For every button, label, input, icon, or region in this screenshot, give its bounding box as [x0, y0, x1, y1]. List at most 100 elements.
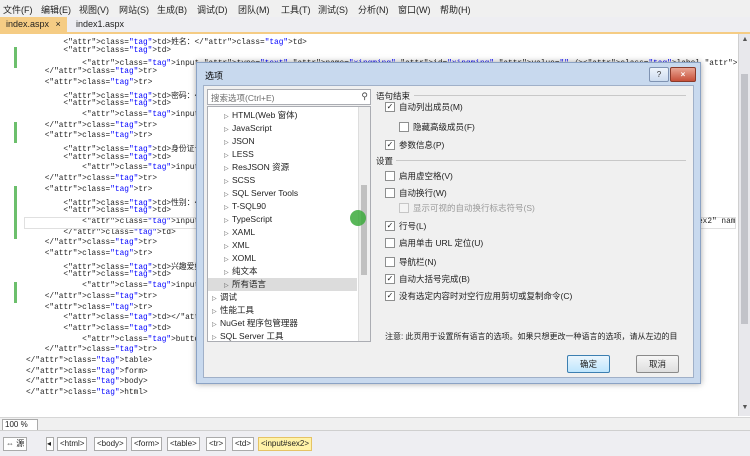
change-marker — [14, 185, 17, 218]
option-checkbox[interactable]: 导航栏(N) — [385, 256, 436, 268]
document-tab-strip: index.aspx × index1.aspx — [0, 17, 750, 34]
tree-item[interactable]: ▷ T-SQL90 — [208, 200, 357, 213]
tree-item[interactable]: ▷ 所有语言 — [208, 278, 357, 291]
tab-label: index.aspx — [6, 19, 50, 29]
tab-close-icon[interactable]: × — [56, 19, 61, 29]
ok-button[interactable]: 确定 — [567, 355, 610, 373]
option-checkbox[interactable]: 启用单击 URL 定位(U) — [385, 237, 483, 249]
search-icon[interactable]: ⚲ — [361, 91, 368, 102]
menu-item[interactable]: 生成(B) — [157, 3, 187, 16]
tree-item[interactable]: ▷ JSON — [208, 135, 357, 148]
menu-item[interactable]: 网站(S) — [119, 3, 149, 16]
tree-item[interactable]: ▷ TypeScript — [208, 213, 357, 226]
option-checkbox[interactable]: ✓ 自动大括号完成(B) — [385, 273, 470, 285]
menu-item[interactable]: 工具(T) — [281, 3, 311, 16]
tree-item-label: SQL Server 工具 — [220, 331, 284, 341]
editor-vertical-scrollbar[interactable]: ▲ ▼ — [738, 34, 750, 416]
tree-item[interactable]: ▷ XOML — [208, 252, 357, 265]
option-checkbox[interactable]: 自动换行(W) — [385, 187, 447, 199]
expand-arrow-icon[interactable]: ▷ — [212, 332, 220, 341]
change-marker — [14, 217, 17, 240]
breadcrumb-item[interactable]: <html> — [57, 437, 88, 451]
checkbox-unchecked-icon[interactable] — [385, 188, 395, 198]
checkbox-checked-icon[interactable]: ✓ — [385, 221, 395, 231]
mouse-cursor-highlight — [350, 210, 366, 226]
checkbox-unchecked-icon[interactable] — [385, 257, 395, 267]
dialog-title: 选项 — [205, 71, 224, 81]
tag-navigator-bar: ⇔ 源 ◂ <html> <body> <form> <table> <tr> <td> <… — [0, 430, 750, 456]
breadcrumb-item[interactable]: <tr> — [206, 437, 227, 451]
option-checkbox[interactable]: ✓ 没有选定内容时对空行应用剪切或复制命令(C) — [385, 290, 572, 302]
option-label: 没有选定内容时对空行应用剪切或复制命令(C) — [399, 291, 573, 301]
checkbox-checked-icon[interactable]: ✓ — [385, 102, 395, 112]
menu-item[interactable]: 帮助(H) — [440, 3, 471, 16]
dialog-body: 搜索选项(Ctrl+E) ⚲ ▷ HTML(Web 窗体) ▷ JavaScript ▷… — [203, 85, 694, 378]
menu-item[interactable]: 分析(N) — [358, 3, 389, 16]
breadcrumb-item[interactable]: <table> — [167, 437, 200, 451]
checkbox-unchecked-icon — [399, 203, 409, 213]
option-checkbox[interactable]: ✓ 参数信息(P) — [385, 139, 444, 151]
checkbox-unchecked-icon[interactable] — [385, 171, 395, 181]
search-input[interactable]: 搜索选项(Ctrl+E) ⚲ — [207, 89, 371, 105]
checkbox-checked-icon[interactable]: ✓ — [385, 274, 395, 284]
tab-index-aspx[interactable]: index.aspx × — [0, 17, 67, 32]
tree-item[interactable]: ▷ ResJSON 资源 — [208, 161, 357, 174]
tree-item[interactable]: ▷ 性能工具 — [208, 304, 357, 317]
tree-item[interactable]: ▷ LESS — [208, 148, 357, 161]
code-line: <"attr">class="tag">td> — [26, 100, 172, 109]
cancel-button[interactable]: 取消 — [636, 355, 679, 373]
tree-item-label: JSON — [232, 136, 255, 146]
tree-item[interactable]: ▷ SCSS — [208, 174, 357, 187]
tree-scroll-thumb[interactable] — [361, 185, 367, 275]
tree-item[interactable]: ▷ XML — [208, 239, 357, 252]
tree-item-label: NuGet 程序包管理器 — [220, 318, 298, 328]
tree-item[interactable]: ▷ HTML(Web 窗体) — [208, 109, 357, 122]
tree-item[interactable]: ▷ SQL Server 工具 — [208, 330, 357, 341]
menu-item[interactable]: 视图(V) — [79, 3, 109, 16]
nav-left-icon[interactable]: ◂ — [46, 437, 54, 451]
breadcrumb-item[interactable]: <input#sex2> — [258, 437, 313, 451]
breadcrumb-item[interactable]: <body> — [94, 437, 127, 451]
menu-item[interactable]: 团队(M) — [238, 3, 270, 16]
checkbox-unchecked-icon[interactable] — [399, 122, 409, 132]
tree-item-label: 纯文本 — [232, 266, 258, 276]
breadcrumb-item[interactable]: <form> — [131, 437, 163, 451]
option-checkbox[interactable]: ✓ 自动列出成员(M) — [385, 101, 463, 113]
breadcrumb-item[interactable]: <td> — [232, 437, 255, 451]
menu-item[interactable]: 编辑(E) — [41, 3, 71, 16]
option-label: 参数信息(P) — [399, 140, 445, 150]
help-button[interactable]: ? — [649, 67, 669, 82]
tree-item[interactable]: ▷ SQL Server Tools — [208, 187, 357, 200]
tab-index1-aspx[interactable]: index1.aspx — [70, 17, 130, 32]
tree-item-label: TypeScript — [232, 214, 273, 224]
code-line: <"attr">class="tag">tr> — [26, 303, 153, 312]
tree-item[interactable]: ▷ 纯文本 — [208, 265, 357, 278]
menu-item[interactable]: 文件(F) — [3, 3, 33, 16]
checkbox-unchecked-icon[interactable] — [385, 238, 395, 248]
option-label: 显示可视的自动换行标志符号(S) — [413, 203, 535, 213]
source-view-button[interactable]: ⇔ 源 — [3, 437, 28, 451]
tree-item[interactable]: ▷ NuGet 程序包管理器 — [208, 317, 357, 330]
tree-item-label: 调试 — [220, 292, 238, 302]
tree-item-label: T-SQL90 — [232, 201, 267, 211]
option-checkbox[interactable]: ✓ 行号(L) — [385, 220, 426, 232]
menu-item[interactable]: 测试(S) — [318, 3, 348, 16]
scroll-up-icon[interactable]: ▲ — [741, 36, 749, 44]
checkbox-checked-icon[interactable]: ✓ — [385, 291, 395, 301]
options-tree[interactable]: ▷ HTML(Web 窗体) ▷ JavaScript ▷ JSON ▷ LESS ▷ ResJS… — [207, 106, 371, 342]
dialog-button-bar: 确定 取消 — [204, 344, 693, 377]
tree-item[interactable]: ▷ JavaScript — [208, 122, 357, 135]
code-line: <"attr">class="tag">td>姓名：</"attr">class… — [26, 39, 307, 47]
scroll-thumb[interactable] — [741, 74, 748, 324]
change-marker — [14, 121, 17, 143]
checkbox-checked-icon[interactable]: ✓ — [385, 140, 395, 150]
tree-item[interactable]: ▷ XAML — [208, 226, 357, 239]
option-checkbox[interactable]: 隐藏高级成员(F) — [399, 121, 475, 133]
scroll-down-icon[interactable]: ▼ — [741, 404, 749, 412]
option-checkbox[interactable]: 启用虚空格(V) — [385, 170, 453, 182]
menu-item[interactable]: 调试(D) — [197, 3, 228, 16]
close-button[interactable]: × — [670, 67, 696, 82]
menu-item[interactable]: 窗口(W) — [398, 3, 431, 16]
tree-item[interactable]: ▷ 调试 — [208, 291, 357, 304]
option-label: 行号(L) — [399, 221, 427, 231]
